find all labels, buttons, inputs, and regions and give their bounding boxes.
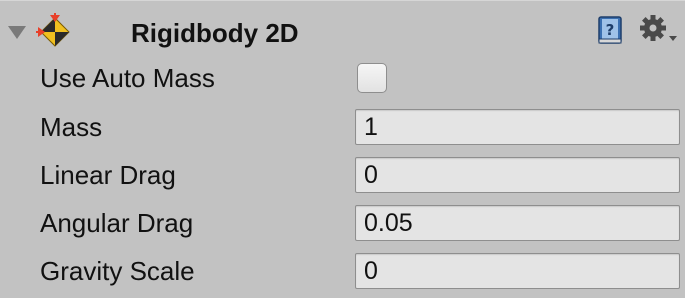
rigidbody-2d-component: Rigidbody 2D ? Use Auto Mass Mass 1 Line… bbox=[0, 0, 685, 298]
mass-label: Mass bbox=[40, 112, 103, 142]
mass-field[interactable] bbox=[355, 109, 680, 145]
gravity-scale-label: Gravity Scale bbox=[40, 256, 195, 286]
linear-drag-label: Linear Drag bbox=[40, 160, 176, 190]
angular-drag-field[interactable] bbox=[355, 205, 680, 241]
use-auto-mass-row: Use Auto Mass bbox=[0, 56, 685, 100]
gear-icon[interactable] bbox=[639, 14, 679, 46]
rigidbody2d-icon bbox=[36, 13, 70, 47]
angular-drag-label: Angular Drag bbox=[40, 208, 194, 238]
use-auto-mass-label: Use Auto Mass bbox=[40, 63, 215, 93]
gravity-scale-row: Gravity Scale bbox=[0, 249, 685, 293]
component-title: Rigidbody 2D bbox=[131, 18, 299, 48]
use-auto-mass-checkbox[interactable] bbox=[357, 63, 387, 93]
angular-drag-row: Angular Drag bbox=[0, 201, 685, 245]
linear-drag-field[interactable] bbox=[355, 157, 680, 193]
foldout-arrow-icon[interactable] bbox=[8, 26, 26, 39]
component-header[interactable]: Rigidbody 2D ? bbox=[0, 1, 685, 59]
mass-row: Mass bbox=[0, 105, 685, 149]
help-book-icon[interactable]: ? bbox=[596, 15, 626, 45]
svg-text:?: ? bbox=[606, 21, 615, 39]
linear-drag-row: Linear Drag bbox=[0, 153, 685, 197]
gravity-scale-field[interactable] bbox=[355, 253, 680, 289]
